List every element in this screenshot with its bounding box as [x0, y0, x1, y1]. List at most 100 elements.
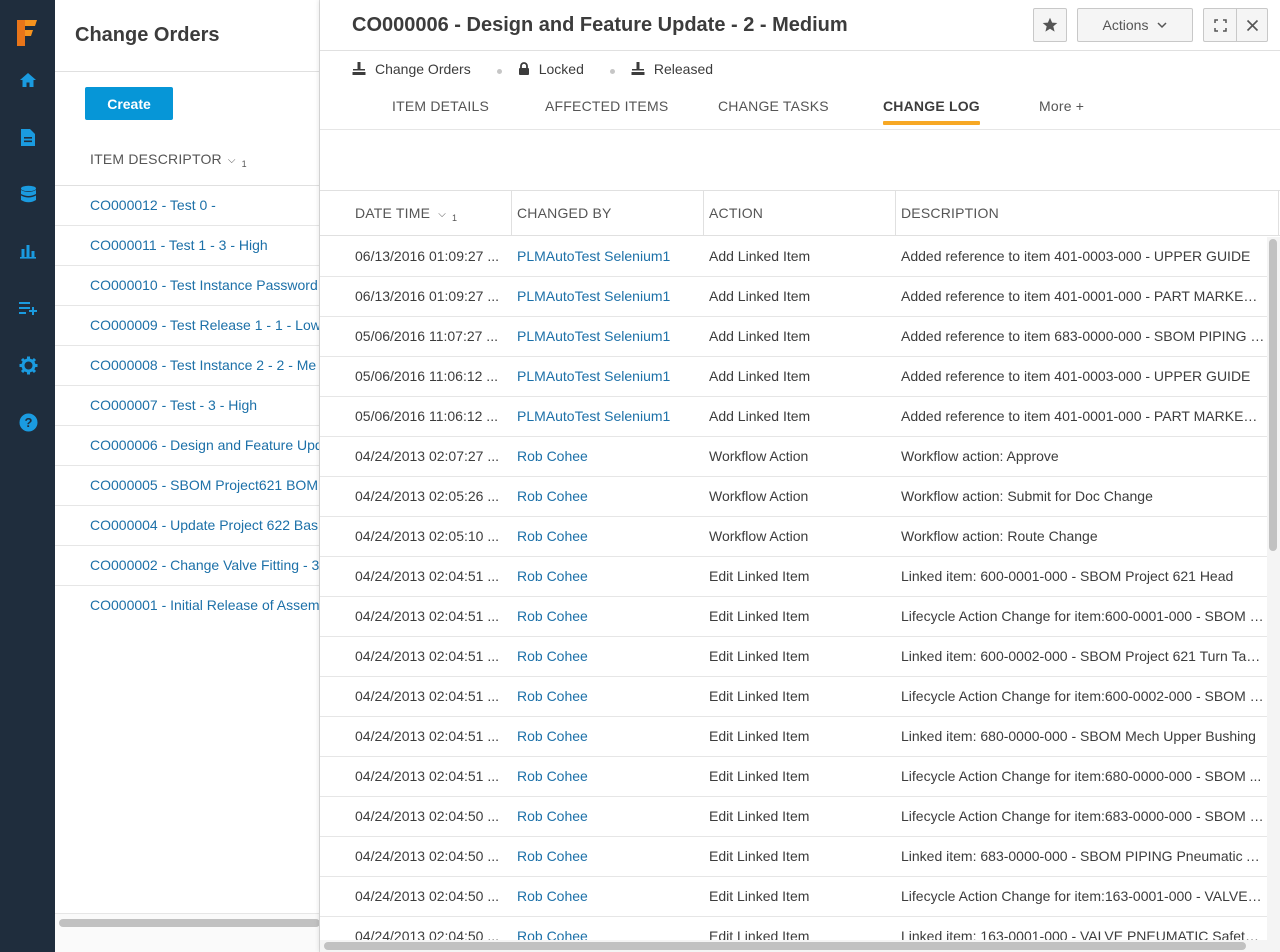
cell-description: Workflow action: Route Change	[901, 528, 1098, 544]
cell-date-time: 04/24/2013 02:04:51 ...	[355, 728, 500, 744]
list-item[interactable]: CO000004 - Update Project 622 Bas	[55, 506, 319, 546]
chart-icon[interactable]	[17, 240, 39, 262]
list-item[interactable]: CO000006 - Design and Feature Upd	[55, 426, 319, 466]
cell-changed-by[interactable]: PLMAutoTest Selenium1	[517, 397, 697, 436]
list-horizontal-scrollbar[interactable]	[55, 913, 319, 952]
cell-changed-by[interactable]: Rob Cohee	[517, 477, 697, 516]
nav-rail: ?	[0, 0, 55, 952]
column-header-action[interactable]: ACTION	[704, 191, 896, 236]
tab-affected-items[interactable]: AFFECTED ITEMS	[545, 98, 668, 114]
scrollbar-thumb[interactable]	[324, 942, 1246, 950]
cell-changed-by[interactable]: Rob Cohee	[517, 717, 697, 756]
cell-changed-by[interactable]: Rob Cohee	[517, 877, 697, 916]
cell-action: Edit Linked Item	[709, 648, 810, 664]
chevron-down-icon[interactable]: ⌵	[438, 209, 446, 220]
list-item[interactable]: CO000008 - Test Instance 2 - 2 - Me	[55, 346, 319, 386]
list-item[interactable]: CO000010 - Test Instance Password	[55, 266, 319, 306]
cell-changed-by[interactable]: Rob Cohee	[517, 677, 697, 716]
table-row[interactable]: 04/24/2013 02:04:51 ... Rob Cohee Edit Lin…	[320, 717, 1267, 757]
table-row[interactable]: 04/24/2013 02:04:51 ... Rob Cohee Edit Lin…	[320, 757, 1267, 797]
table-row[interactable]: 04/24/2013 02:04:50 ... Rob Cohee Edit Lin…	[320, 837, 1267, 877]
workspace-label: Change Orders	[375, 61, 471, 77]
list-item[interactable]: CO000001 - Initial Release of Assem	[55, 586, 319, 626]
cell-date-time: 05/06/2016 11:07:27 ...	[355, 328, 498, 344]
help-icon[interactable]: ?	[17, 411, 39, 433]
table-row[interactable]: 06/13/2016 01:09:27 ... PLMAutoTest Selen…	[320, 237, 1267, 277]
list-item[interactable]: CO000007 - Test - 3 - High	[55, 386, 319, 426]
tab-change-log[interactable]: CHANGE LOG	[883, 98, 980, 125]
cell-changed-by[interactable]: Rob Cohee	[517, 637, 697, 676]
table-row[interactable]: 04/24/2013 02:04:51 ... Rob Cohee Edit Lin…	[320, 557, 1267, 597]
close-button[interactable]	[1236, 8, 1268, 42]
column-header-date-time[interactable]: DATE TIME ⌵ 1	[320, 191, 512, 236]
sort-order-number: 1	[241, 159, 247, 169]
cell-description: Linked item: 600-0002-000 - SBOM Project…	[901, 648, 1265, 664]
cell-action: Edit Linked Item	[709, 608, 810, 624]
tab-change-tasks[interactable]: CHANGE TASKS	[718, 98, 829, 114]
table-row[interactable]: 04/24/2013 02:04:50 ... Rob Cohee Edit Lin…	[320, 917, 1267, 940]
table-row[interactable]: 04/24/2013 02:04:51 ... Rob Cohee Edit Lin…	[320, 677, 1267, 717]
database-icon[interactable]	[17, 183, 39, 205]
table-row[interactable]: 06/13/2016 01:09:27 ... PLMAutoTest Selen…	[320, 277, 1267, 317]
cell-description: Linked item: 163-0001-000 - VALVE PNEUMA…	[901, 928, 1265, 940]
item-meta: Change Orders Locked Released	[352, 59, 713, 79]
cell-changed-by[interactable]: PLMAutoTest Selenium1	[517, 277, 697, 316]
cell-action: Add Linked Item	[709, 368, 811, 384]
table-row[interactable]: 05/06/2016 11:07:27 ... PLMAutoTest Selen…	[320, 317, 1267, 357]
actions-button[interactable]: Actions	[1077, 8, 1193, 42]
release-indicator: Released	[631, 61, 713, 77]
table-row[interactable]: 04/24/2013 02:04:50 ... Rob Cohee Edit Lin…	[320, 797, 1267, 837]
lock-status: Locked	[538, 61, 584, 77]
column-header-changed-by[interactable]: CHANGED BY	[512, 191, 704, 236]
add-list-icon[interactable]	[17, 297, 39, 319]
list-item[interactable]: CO000012 - Test 0 -	[55, 186, 319, 226]
tab-more[interactable]: More +	[1039, 98, 1084, 114]
table-row[interactable]: 04/24/2013 02:04:51 ... Rob Cohee Edit Lin…	[320, 597, 1267, 637]
cell-changed-by[interactable]: Rob Cohee	[517, 757, 697, 796]
lock-icon	[518, 62, 529, 75]
chevron-down-icon[interactable]: ⌵	[228, 155, 236, 166]
favorite-button[interactable]	[1033, 8, 1067, 42]
cell-date-time: 04/24/2013 02:04:50 ...	[355, 888, 500, 904]
cell-changed-by[interactable]: Rob Cohee	[517, 797, 697, 836]
cell-changed-by[interactable]: Rob Cohee	[517, 437, 697, 476]
table-row[interactable]: 04/24/2013 02:04:51 ... Rob Cohee Edit Lin…	[320, 637, 1267, 677]
list-item[interactable]: CO000002 - Change Valve Fitting - 3	[55, 546, 319, 586]
column-header-description[interactable]: DESCRIPTION	[896, 191, 1279, 236]
workspace-indicator[interactable]: Change Orders	[352, 61, 471, 77]
cell-changed-by[interactable]: Rob Cohee	[517, 597, 697, 636]
grid-horizontal-scrollbar[interactable]	[320, 940, 1280, 952]
table-row[interactable]: 05/06/2016 11:06:12 ... PLMAutoTest Selen…	[320, 357, 1267, 397]
cell-date-time: 05/06/2016 11:06:12 ...	[355, 408, 498, 424]
logo-icon[interactable]	[14, 18, 40, 48]
scrollbar-thumb[interactable]	[59, 919, 319, 927]
gear-icon[interactable]	[17, 354, 39, 376]
table-row[interactable]: 04/24/2013 02:07:27 ... Rob Cohee Workflow…	[320, 437, 1267, 477]
list-item[interactable]: CO000009 - Test Release 1 - 1 - Low	[55, 306, 319, 346]
cell-changed-by[interactable]: Rob Cohee	[517, 517, 697, 556]
item-descriptor-header[interactable]: ITEM DESCRIPTOR ⌵ 1	[90, 151, 247, 169]
table-row[interactable]: 05/06/2016 11:06:12 ... PLMAutoTest Selen…	[320, 397, 1267, 437]
column-header-label: ITEM DESCRIPTOR	[90, 151, 222, 167]
grid-vertical-scrollbar[interactable]	[1267, 237, 1280, 940]
cell-changed-by[interactable]: Rob Cohee	[517, 917, 697, 940]
home-icon[interactable]	[17, 69, 39, 91]
cell-changed-by[interactable]: PLMAutoTest Selenium1	[517, 237, 697, 276]
expand-button[interactable]	[1203, 8, 1237, 42]
table-row[interactable]: 04/24/2013 02:04:50 ... Rob Cohee Edit Lin…	[320, 877, 1267, 917]
cell-changed-by[interactable]: PLMAutoTest Selenium1	[517, 317, 697, 356]
list-item[interactable]: CO000005 - SBOM Project621 BOM	[55, 466, 319, 506]
list-item[interactable]: CO000011 - Test 1 - 3 - High	[55, 226, 319, 266]
separator-dot	[609, 69, 615, 74]
cell-changed-by[interactable]: PLMAutoTest Selenium1	[517, 357, 697, 396]
document-icon[interactable]	[17, 126, 39, 148]
cell-date-time: 04/24/2013 02:04:50 ...	[355, 928, 500, 940]
tab-item-details[interactable]: ITEM DETAILS	[392, 98, 489, 114]
cell-changed-by[interactable]: Rob Cohee	[517, 837, 697, 876]
cell-action: Workflow Action	[709, 528, 809, 544]
table-row[interactable]: 04/24/2013 02:05:26 ... Rob Cohee Workflow…	[320, 477, 1267, 517]
cell-changed-by[interactable]: Rob Cohee	[517, 557, 697, 596]
table-row[interactable]: 04/24/2013 02:05:10 ... Rob Cohee Workflow…	[320, 517, 1267, 557]
create-button[interactable]: Create	[85, 87, 173, 120]
scrollbar-thumb[interactable]	[1269, 239, 1277, 551]
